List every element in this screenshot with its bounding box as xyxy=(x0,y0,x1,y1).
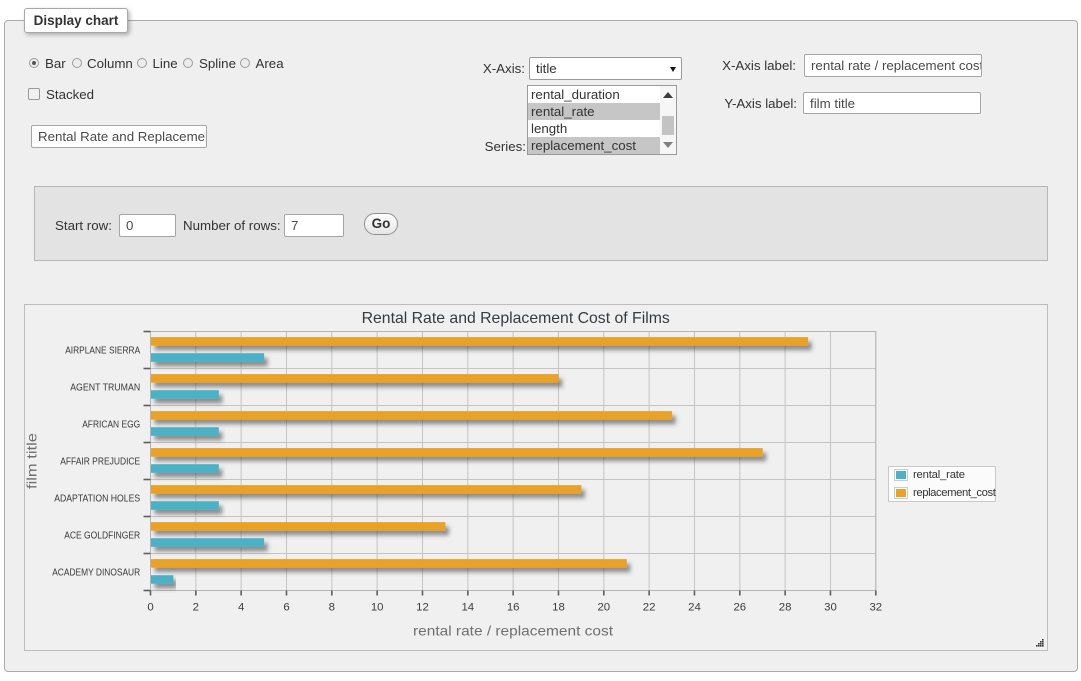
svg-text:24: 24 xyxy=(688,602,701,614)
svg-text:AGENT TRUMAN: AGENT TRUMAN xyxy=(70,383,140,394)
svg-text:8: 8 xyxy=(329,602,335,614)
svg-text:AFFAIR PREJUDICE: AFFAIR PREJUDICE xyxy=(60,457,140,468)
svg-text:AFRICAN EGG: AFRICAN EGG xyxy=(82,420,140,431)
svg-text:18: 18 xyxy=(552,602,565,614)
svg-text:26: 26 xyxy=(733,602,746,614)
svg-text:20: 20 xyxy=(597,602,610,614)
svg-text:ADAPTATION HOLES: ADAPTATION HOLES xyxy=(54,494,140,505)
svg-text:2: 2 xyxy=(193,602,199,614)
svg-text:0: 0 xyxy=(147,602,153,614)
svg-text:14: 14 xyxy=(461,602,474,614)
svg-text:12: 12 xyxy=(416,602,429,614)
svg-text:ACADEMY DINOSAUR: ACADEMY DINOSAUR xyxy=(52,568,140,579)
svg-text:22: 22 xyxy=(643,602,656,614)
svg-text:4: 4 xyxy=(238,602,244,614)
svg-text:ACE GOLDFINGER: ACE GOLDFINGER xyxy=(64,531,140,542)
svg-text:rental rate / replacement cost: rental rate / replacement cost xyxy=(413,623,613,639)
svg-text:30: 30 xyxy=(824,602,837,614)
svg-text:film title: film title xyxy=(25,433,40,489)
svg-text:28: 28 xyxy=(779,602,792,614)
svg-text:16: 16 xyxy=(507,602,520,614)
svg-text:10: 10 xyxy=(371,602,384,614)
svg-text:6: 6 xyxy=(283,602,289,614)
svg-text:32: 32 xyxy=(869,602,882,614)
svg-text:AIRPLANE SIERRA: AIRPLANE SIERRA xyxy=(65,346,140,357)
svg-text:Rental Rate and Replacement Co: Rental Rate and Replacement Cost of Film… xyxy=(362,310,670,327)
